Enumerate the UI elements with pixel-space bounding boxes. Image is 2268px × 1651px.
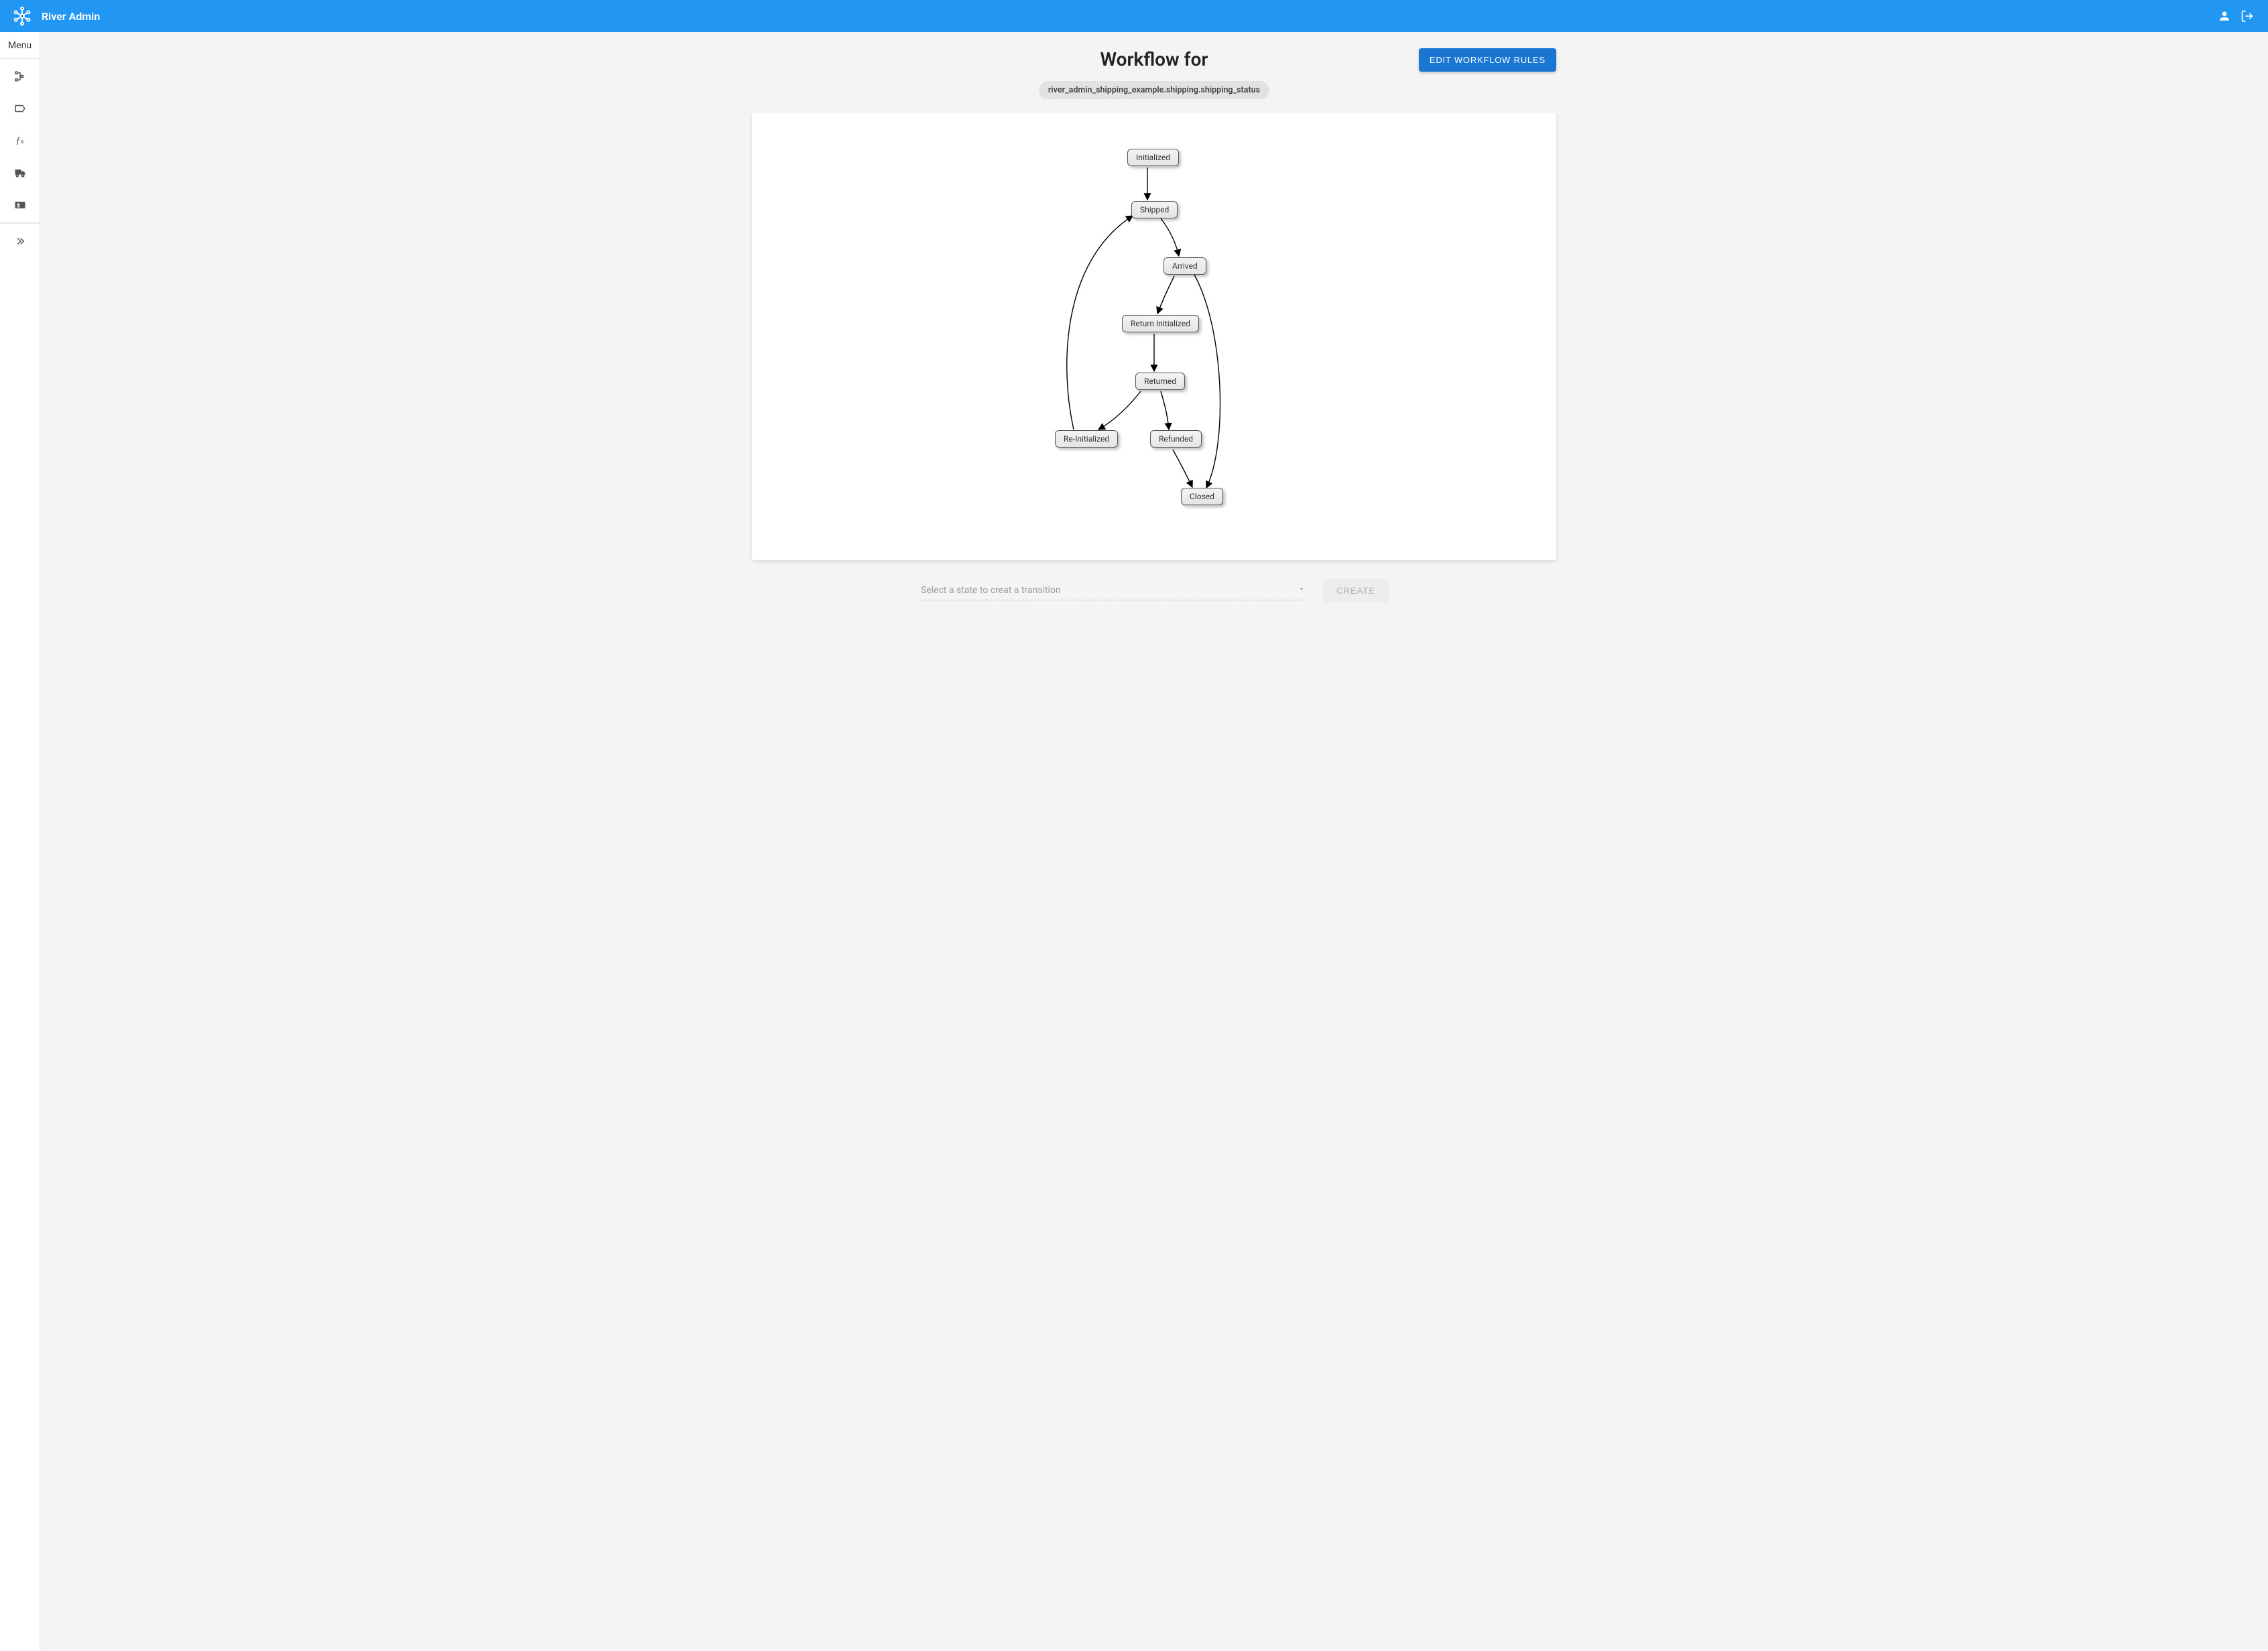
brand-logo-icon [12, 6, 32, 26]
workflow-diagram[interactable]: Initialized Shipped Arrived Return Initi… [853, 129, 1456, 544]
node-refunded[interactable]: Refunded [1150, 430, 1202, 448]
sidebar-item-contacts[interactable] [12, 197, 28, 213]
workflow-path-chip: river_admin_shipping_example.shipping.sh… [1039, 81, 1269, 99]
sidebar-item-tree[interactable] [12, 68, 28, 84]
caret-down-icon [1298, 585, 1306, 596]
sidebar-item-fx[interactable]: ƒx [12, 133, 28, 149]
chevrons-right-icon [14, 235, 26, 247]
id-card-icon [13, 198, 27, 212]
diagram-card: Initialized Shipped Arrived Return Initi… [752, 113, 1556, 560]
topbar: River Admin [0, 0, 2268, 32]
create-transition-button[interactable]: CREATE [1323, 579, 1389, 602]
node-initialized[interactable]: Initialized [1127, 149, 1179, 166]
node-closed[interactable]: Closed [1181, 488, 1223, 505]
truck-icon [13, 166, 27, 180]
node-re-initialized[interactable]: Re-Initialized [1055, 430, 1118, 448]
sidebar-item-tag[interactable] [12, 101, 28, 117]
logout-icon[interactable] [2239, 7, 2256, 25]
state-select[interactable]: Select a state to creat a transition [920, 581, 1307, 600]
user-icon[interactable] [2216, 7, 2233, 25]
transition-form: Select a state to creat a transition CRE… [920, 579, 1389, 602]
main-content: Workflow for river_admin_shipping_exampl… [40, 32, 2268, 1651]
edit-workflow-rules-button[interactable]: EDIT WORKFLOW RULES [1419, 48, 1556, 72]
node-returned[interactable]: Returned [1135, 373, 1185, 390]
brand[interactable]: River Admin [12, 6, 100, 26]
tree-icon [14, 70, 26, 82]
diagram-edges [853, 129, 1456, 544]
sidebar: Menu ƒx [0, 32, 40, 1651]
brand-title: River Admin [42, 10, 100, 23]
tag-icon [14, 103, 26, 115]
sidebar-expand-button[interactable] [12, 233, 28, 249]
fx-icon: ƒx [15, 135, 23, 147]
node-return-initialized[interactable]: Return Initialized [1122, 315, 1199, 332]
node-arrived[interactable]: Arrived [1163, 257, 1206, 275]
node-shipped[interactable]: Shipped [1131, 201, 1178, 218]
sidebar-menu-title: Menu [0, 32, 40, 59]
sidebar-item-shipping[interactable] [12, 165, 28, 181]
state-select-placeholder: Select a state to creat a transition [921, 585, 1061, 596]
